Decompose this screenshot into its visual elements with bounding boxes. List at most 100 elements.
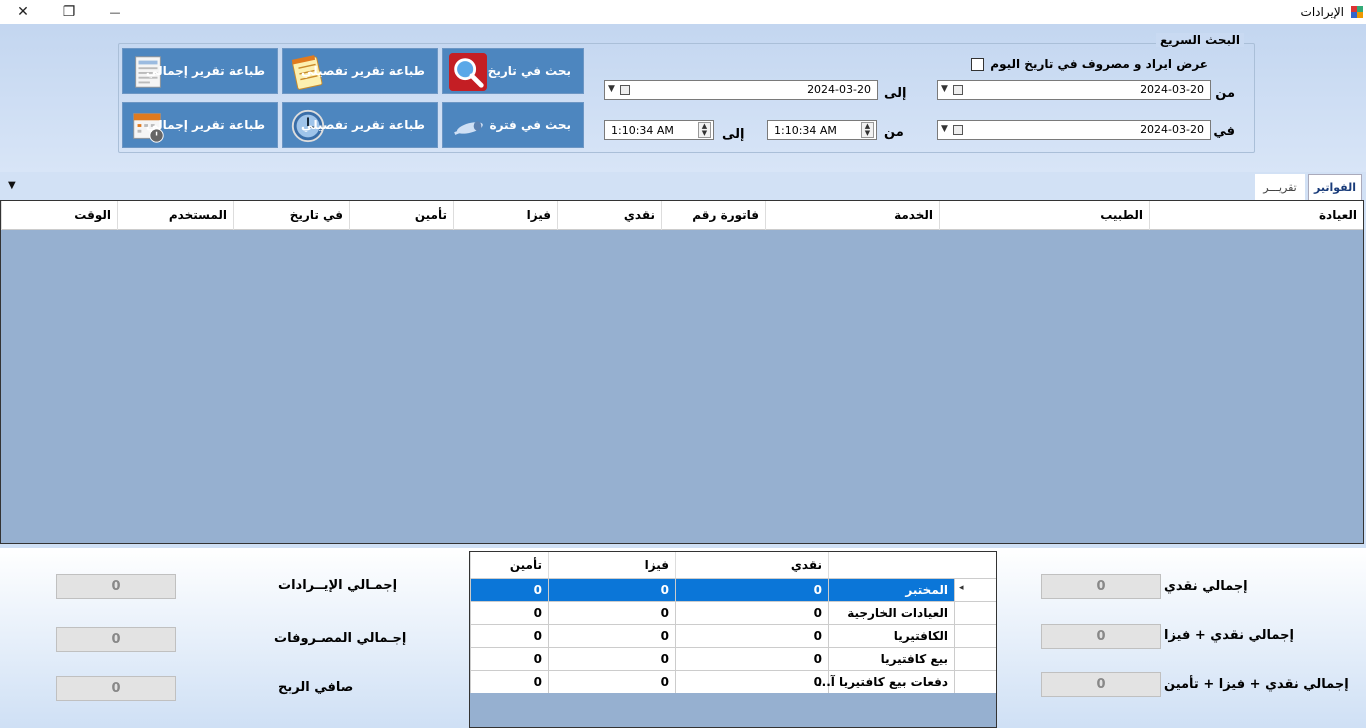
table-row[interactable]: بيع كافتيريا 0 0 0	[470, 647, 996, 670]
show-today-row: عرض ايراد و مصروف في تاريخ اليوم	[971, 57, 1208, 71]
spinner-icon[interactable]: ▲ ▼	[861, 122, 874, 138]
row-visa-cell[interactable]: 0	[548, 625, 675, 647]
row-insurance-cell[interactable]: 0	[470, 625, 548, 647]
column-header-user[interactable]: المستخدم	[117, 201, 233, 230]
invoices-grid-header: العيادة الطبيب الخدمة فاتورة رقم نقدي في…	[1, 201, 1363, 230]
row-name-cell[interactable]: دفعات بيع كافتيريا آ...	[817, 671, 954, 693]
close-icon: ✕	[17, 4, 29, 20]
date-from-label: من	[1215, 86, 1235, 101]
calendar-icon	[953, 125, 963, 135]
column-header-visa[interactable]: فيزا	[453, 201, 557, 230]
chevron-down-icon[interactable]: ▼	[8, 180, 16, 191]
net-profit-field: 0	[56, 676, 176, 701]
table-row[interactable]: ◂ المختبر 0 0 0	[470, 578, 996, 601]
total-expenses-field: 0	[56, 627, 176, 652]
show-today-label: عرض ايراد و مصروف في تاريخ اليوم	[990, 57, 1208, 71]
spinner-icon[interactable]: ▲ ▼	[698, 122, 711, 138]
tab-invoices[interactable]: الفواتير	[1308, 174, 1362, 200]
search-date-button[interactable]: بحث في تاريخ	[442, 48, 584, 94]
minimize-button[interactable]: —	[92, 0, 138, 24]
row-visa-cell[interactable]: 0	[548, 671, 675, 693]
row-name-cell[interactable]: بيع كافتيريا	[828, 648, 954, 670]
minimize-icon: —	[109, 5, 121, 19]
title-bar: ✕ ❐ — الإيرادات	[0, 0, 1366, 24]
close-button[interactable]: ✕	[0, 0, 46, 24]
row-name-cell[interactable]: المختبر	[828, 579, 954, 601]
column-header-insurance[interactable]: تأمين	[349, 201, 453, 230]
print-total-report-period-button[interactable]: طباعة تقرير إجمالي	[122, 102, 278, 148]
magnifier-icon	[449, 53, 487, 91]
time-from-label: من	[884, 125, 904, 140]
total-cash-visa-insurance-label: إجمالي نقدي + فيزا + تأمين	[1164, 677, 1349, 692]
invoices-grid[interactable]: العيادة الطبيب الخدمة فاتورة رقم نقدي في…	[0, 200, 1364, 544]
tabs-bar: الفواتير تقريـــر ▼	[0, 172, 1366, 200]
column-header-date[interactable]: في تاريخ	[233, 201, 349, 230]
column-header-invoice-number[interactable]: فاتورة رقم	[661, 201, 765, 230]
row-header: ◂	[954, 579, 996, 601]
row-cash-cell[interactable]: 0	[675, 625, 828, 647]
row-insurance-cell[interactable]: 0	[470, 671, 548, 693]
row-header	[954, 648, 996, 670]
summary-header-visa[interactable]: فيزا	[548, 552, 675, 578]
row-insurance-cell[interactable]: 0	[470, 602, 548, 624]
summary-grid[interactable]: نقدي فيزا تأمين ◂ المختبر 0 0 0 العيادات…	[469, 551, 997, 728]
summary-header-cash[interactable]: نقدي	[675, 552, 828, 578]
search-panel: البحث السريع عرض ايراد و مصروف في تاريخ …	[0, 24, 1366, 172]
show-today-checkbox[interactable]	[971, 57, 985, 71]
calendar-icon	[953, 85, 963, 95]
total-revenue-field: 0	[56, 574, 176, 599]
row-visa-cell[interactable]: 0	[548, 602, 675, 624]
table-row[interactable]: الكافتيريا 0 0 0	[470, 624, 996, 647]
print-total-report-button[interactable]: طباعة تقرير إجمالي	[122, 48, 278, 94]
time-to-picker[interactable]: 1:10:34 AM ▲ ▼	[604, 120, 714, 140]
search-period-button[interactable]: بحث في فترة	[442, 102, 584, 148]
row-name-cell[interactable]: العيادات الخارجية	[828, 602, 954, 624]
row-header	[954, 625, 996, 647]
print-detailed-report-button[interactable]: طباعة تقرير تفصيلي	[282, 48, 438, 94]
row-cash-cell[interactable]: 0	[675, 671, 828, 693]
restore-button[interactable]: ❐	[46, 0, 92, 24]
row-insurance-cell[interactable]: 0	[470, 648, 548, 670]
date-from-picker[interactable]: ▼ 2024-03-20	[937, 80, 1211, 100]
tab-report[interactable]: تقريـــر	[1255, 174, 1305, 200]
date-in-picker[interactable]: ▼ 2024-03-20	[937, 120, 1211, 140]
row-header	[954, 671, 996, 693]
row-cash-cell[interactable]: 0	[675, 602, 828, 624]
total-cash-visa-field: 0	[1041, 624, 1161, 649]
row-indicator-icon: ◂	[959, 583, 964, 593]
net-profit-label: صافي الربح	[278, 680, 354, 695]
column-header-clinic[interactable]: العيادة	[1149, 201, 1363, 230]
row-cash-cell[interactable]: 0	[675, 579, 828, 601]
date-to-picker[interactable]: ▼ 2024-03-20	[604, 80, 878, 100]
chevron-down-icon: ▼	[941, 124, 948, 134]
total-expenses-label: إجـمالي المصـروفات	[274, 631, 407, 646]
app-icon	[1351, 6, 1363, 18]
column-header-doctor[interactable]: الطبيب	[939, 201, 1149, 230]
row-visa-cell[interactable]: 0	[548, 579, 675, 601]
summary-header-insurance[interactable]: تأمين	[470, 552, 548, 578]
table-row[interactable]: دفعات بيع كافتيريا آ... 0 0 0	[470, 670, 996, 693]
window-title: الإيرادات	[1300, 5, 1344, 19]
chevron-down-icon: ▼	[941, 84, 948, 94]
row-header	[954, 602, 996, 624]
date-in-label: في	[1213, 124, 1235, 139]
column-header-service[interactable]: الخدمة	[765, 201, 939, 230]
time-to-label: إلى	[722, 127, 745, 142]
row-visa-cell[interactable]: 0	[548, 648, 675, 670]
row-cash-cell[interactable]: 0	[675, 648, 828, 670]
row-insurance-cell[interactable]: 0	[470, 579, 548, 601]
table-row[interactable]: العيادات الخارجية 0 0 0	[470, 601, 996, 624]
summary-grid-header: نقدي فيزا تأمين	[470, 552, 996, 578]
total-cash-field: 0	[1041, 574, 1161, 599]
print-detailed-report-period-button[interactable]: طباعة تقرير تفصيلي	[282, 102, 438, 148]
total-cash-visa-insurance-field: 0	[1041, 672, 1161, 697]
row-name-cell[interactable]: الكافتيريا	[828, 625, 954, 647]
calendar-icon	[620, 85, 630, 95]
column-header-time[interactable]: الوقت	[1, 201, 117, 230]
time-from-picker[interactable]: 1:10:34 AM ▲ ▼	[767, 120, 877, 140]
total-cash-label: إجمالي نقدي	[1164, 579, 1248, 594]
total-revenue-label: إجمـالي الإيــرادات	[278, 578, 398, 593]
total-cash-visa-label: إجمالي نقدي + فيزا	[1164, 628, 1294, 643]
column-header-cash[interactable]: نقدي	[557, 201, 661, 230]
summary-header-blank	[828, 552, 996, 578]
